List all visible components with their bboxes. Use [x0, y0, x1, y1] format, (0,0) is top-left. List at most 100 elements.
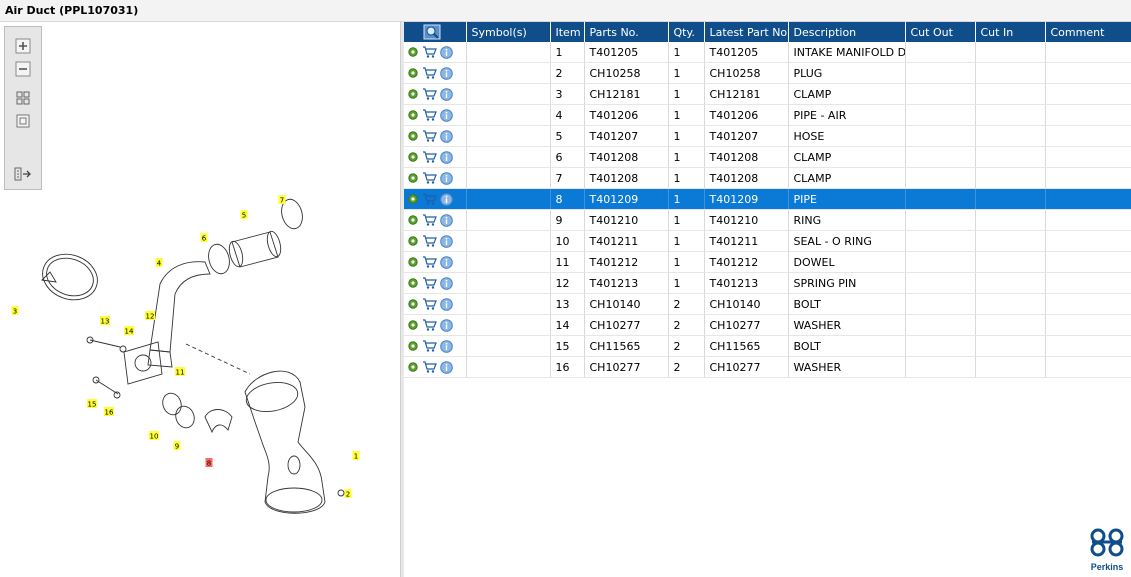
- callout-14[interactable]: 14: [124, 326, 134, 336]
- cart-icon[interactable]: [422, 319, 437, 331]
- gear-icon[interactable]: [407, 277, 419, 289]
- header-search[interactable]: [404, 22, 467, 42]
- callout-13[interactable]: 13: [100, 316, 110, 326]
- callout-5[interactable]: 5: [240, 210, 248, 220]
- table-row[interactable]: 3 CH12181 1 CH12181 CLAMP: [404, 83, 1131, 105]
- header-symbols[interactable]: Symbol(s): [466, 22, 551, 42]
- callout-15[interactable]: 15: [87, 399, 97, 409]
- cart-icon[interactable]: [422, 46, 437, 58]
- info-icon[interactable]: [440, 150, 453, 164]
- info-icon[interactable]: [440, 318, 453, 332]
- info-icon[interactable]: [440, 192, 453, 206]
- header-qty[interactable]: Qty.: [668, 22, 705, 42]
- info-icon[interactable]: [440, 255, 453, 269]
- callout-11[interactable]: 11: [175, 367, 185, 377]
- cart-icon[interactable]: [422, 67, 437, 79]
- table-row[interactable]: 11 T401212 1 T401212 DOWEL: [404, 251, 1131, 273]
- info-icon[interactable]: [440, 87, 453, 101]
- info-icon[interactable]: [440, 360, 453, 374]
- table-row[interactable]: 6 T401208 1 T401208 CLAMP: [404, 146, 1131, 168]
- cell-cut-out: [905, 251, 976, 273]
- table-row[interactable]: 15 CH11565 2 CH11565 BOLT: [404, 335, 1131, 357]
- cart-icon[interactable]: [422, 172, 437, 184]
- gear-icon[interactable]: [407, 193, 419, 205]
- callout-4[interactable]: 4: [155, 258, 163, 268]
- gear-icon[interactable]: [407, 340, 419, 352]
- info-icon[interactable]: [440, 234, 453, 248]
- table-row[interactable]: 16 CH10277 2 CH10277 WASHER: [404, 356, 1131, 378]
- cell-symbols: [466, 209, 551, 231]
- gear-icon[interactable]: [407, 298, 419, 310]
- gear-icon[interactable]: [407, 319, 419, 331]
- callout-2[interactable]: 2: [344, 489, 352, 499]
- callout-12[interactable]: 12: [145, 311, 155, 321]
- table-row[interactable]: 2 CH10258 1 CH10258 PLUG: [404, 62, 1131, 84]
- callout-16[interactable]: 16: [104, 407, 114, 417]
- info-icon[interactable]: [440, 66, 453, 80]
- table-row[interactable]: 4 T401206 1 T401206 PIPE - AIR: [404, 104, 1131, 126]
- callout-6[interactable]: 6: [200, 233, 208, 243]
- diagram-panel[interactable]: 7 5 6 4 3 13 12 14 11 15 16 10 9 8 1 2: [0, 22, 400, 577]
- gear-icon[interactable]: [407, 235, 419, 247]
- gear-icon[interactable]: [407, 130, 419, 142]
- table-row[interactable]: 10 T401211 1 T401211 SEAL - O RING: [404, 230, 1131, 252]
- cell-qty: 1: [668, 62, 705, 84]
- header-item[interactable]: Item: [550, 22, 585, 42]
- info-icon[interactable]: [440, 129, 453, 143]
- table-row[interactable]: 1 T401205 1 T401205 INTAKE MANIFOLD DU: [404, 42, 1131, 63]
- callout-10[interactable]: 10: [149, 431, 159, 441]
- header-cut-out[interactable]: Cut Out: [905, 22, 976, 42]
- info-icon[interactable]: [440, 297, 453, 311]
- header-comment[interactable]: Comment: [1045, 22, 1131, 42]
- cart-icon[interactable]: [422, 256, 437, 268]
- header-parts-no[interactable]: Parts No.: [584, 22, 669, 42]
- callout-9[interactable]: 9: [173, 441, 181, 451]
- gear-icon[interactable]: [407, 109, 419, 121]
- cell-cut-out: [905, 188, 976, 210]
- gear-icon[interactable]: [407, 172, 419, 184]
- cart-icon[interactable]: [422, 193, 437, 205]
- gear-icon[interactable]: [407, 151, 419, 163]
- gear-icon[interactable]: [407, 88, 419, 100]
- cell-part-no: T401211: [584, 230, 669, 252]
- table-row[interactable]: 5 T401207 1 T401207 HOSE: [404, 125, 1131, 147]
- gear-icon[interactable]: [407, 214, 419, 226]
- table-row[interactable]: 14 CH10277 2 CH10277 WASHER: [404, 314, 1131, 336]
- cart-icon[interactable]: [422, 277, 437, 289]
- cart-icon[interactable]: [422, 109, 437, 121]
- info-icon[interactable]: [440, 213, 453, 227]
- cart-icon[interactable]: [422, 361, 437, 373]
- cart-icon[interactable]: [422, 88, 437, 100]
- header-description[interactable]: Description: [788, 22, 906, 42]
- gear-icon[interactable]: [407, 67, 419, 79]
- gear-icon[interactable]: [407, 46, 419, 58]
- callout-1[interactable]: 1: [352, 451, 360, 461]
- row-actions: [404, 42, 467, 63]
- gear-icon[interactable]: [407, 256, 419, 268]
- callout-8[interactable]: 8: [205, 458, 213, 468]
- info-icon[interactable]: [440, 45, 453, 59]
- gear-icon[interactable]: [407, 361, 419, 373]
- cart-icon[interactable]: [422, 235, 437, 247]
- cell-item: 14: [550, 314, 585, 336]
- exploded-parts-drawing[interactable]: 75643131214111516109812: [0, 22, 400, 577]
- header-cut-in[interactable]: Cut In: [975, 22, 1046, 42]
- info-icon[interactable]: [440, 171, 453, 185]
- info-icon[interactable]: [440, 108, 453, 122]
- table-row[interactable]: 12 T401213 1 T401213 SPRING PIN: [404, 272, 1131, 294]
- cart-icon[interactable]: [422, 298, 437, 310]
- cell-symbols: [466, 314, 551, 336]
- header-latest-part-no[interactable]: Latest Part No.: [704, 22, 789, 42]
- table-row[interactable]: 8 T401209 1 T401209 PIPE: [404, 188, 1131, 210]
- cart-icon[interactable]: [422, 340, 437, 352]
- table-row[interactable]: 9 T401210 1 T401210 RING: [404, 209, 1131, 231]
- callout-7[interactable]: 7: [278, 195, 286, 205]
- table-row[interactable]: 13 CH10140 2 CH10140 BOLT: [404, 293, 1131, 315]
- cart-icon[interactable]: [422, 151, 437, 163]
- callout-3[interactable]: 3: [11, 306, 19, 316]
- cart-icon[interactable]: [422, 214, 437, 226]
- info-icon[interactable]: [440, 339, 453, 353]
- table-row[interactable]: 7 T401208 1 T401208 CLAMP: [404, 167, 1131, 189]
- info-icon[interactable]: [440, 276, 453, 290]
- cart-icon[interactable]: [422, 130, 437, 142]
